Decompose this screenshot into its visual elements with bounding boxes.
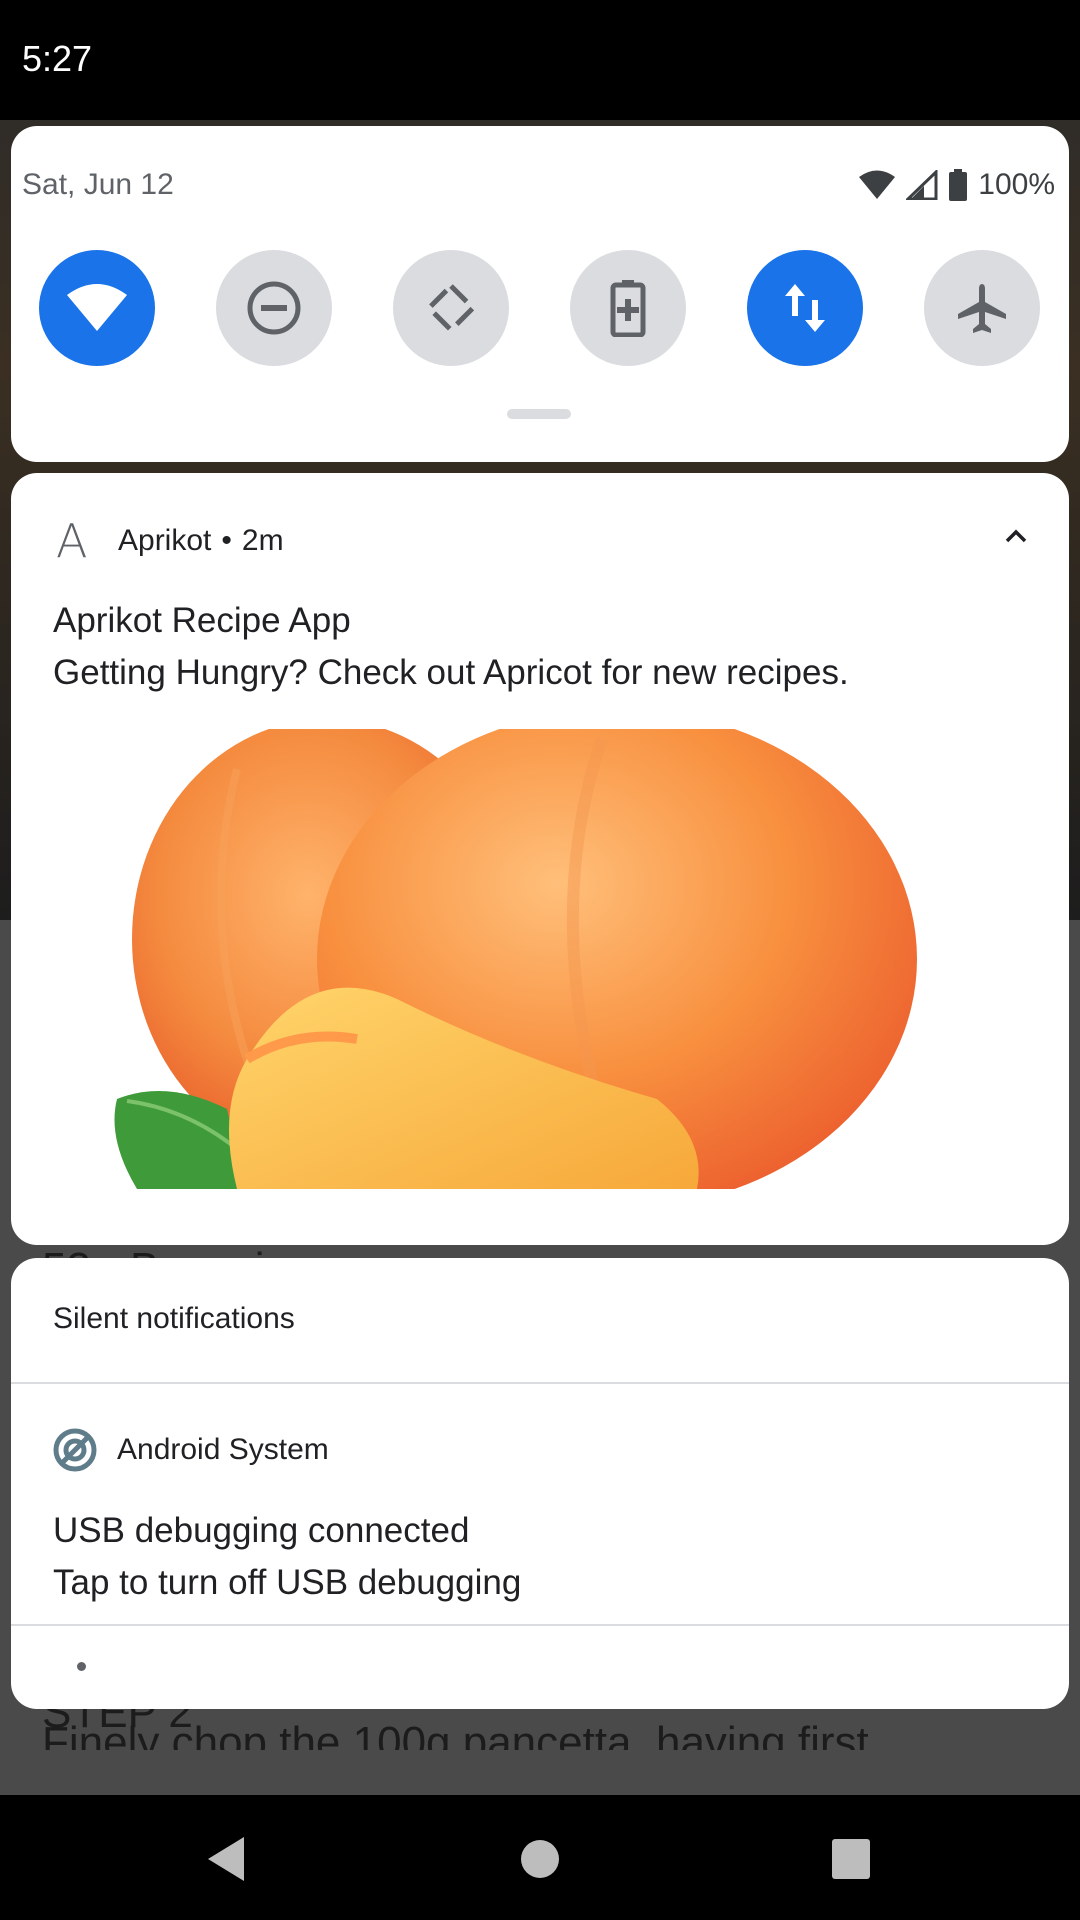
wifi-icon <box>67 284 127 331</box>
backdrop-text-line: Finely chop the 100g pancetta, having fi… <box>42 1718 869 1750</box>
notification-text: Getting Hungry? Check out Apricot for ne… <box>53 653 849 692</box>
quick-settings-tiles <box>39 250 1049 366</box>
notification-app-name: Aprikot <box>118 524 212 557</box>
usb-debugging-text[interactable]: Tap to turn off USB debugging <box>53 1563 521 1603</box>
qs-status-icons: 100% <box>858 168 1055 202</box>
section-divider <box>11 1624 1069 1626</box>
more-notifications-dot[interactable] <box>77 1662 86 1671</box>
android-system-icon <box>53 1428 97 1472</box>
notification-header: A Aprikot • 2m <box>56 514 284 568</box>
mobile-data-tile[interactable] <box>747 250 863 366</box>
apricot-image <box>97 729 917 1189</box>
navigation-bar <box>0 1795 1080 1920</box>
airplane-icon <box>958 284 1006 333</box>
silent-notifications-section: Silent notifications Android System USB … <box>11 1258 1069 1709</box>
silent-notifications-header: Silent notifications <box>53 1302 295 1335</box>
wifi-tile[interactable] <box>39 250 155 366</box>
status-clock: 5:27 <box>22 38 93 79</box>
status-bar: 5:27 <box>0 0 1080 120</box>
rotate-icon <box>425 282 477 334</box>
battery-plus-icon <box>610 280 646 337</box>
quick-settings-panel: Sat, Jun 12 100% <box>11 126 1069 462</box>
android-system-header[interactable]: Android System <box>53 1428 329 1472</box>
notification-separator: • <box>221 524 232 557</box>
notification-title: Aprikot Recipe App <box>53 601 351 640</box>
aprikot-notification[interactable]: A Aprikot • 2m Aprikot Recipe App Gettin… <box>11 473 1069 1245</box>
battery-percent: 100% <box>978 168 1055 201</box>
battery-icon <box>949 169 968 201</box>
aprikot-app-icon: A <box>56 514 88 568</box>
auto-rotate-tile[interactable] <box>393 250 509 366</box>
home-button[interactable] <box>520 1835 560 1883</box>
back-button[interactable] <box>204 1835 248 1883</box>
do-not-disturb-tile[interactable] <box>216 250 332 366</box>
airplane-mode-tile[interactable] <box>924 250 1040 366</box>
usb-debugging-title[interactable]: USB debugging connected <box>53 1511 469 1551</box>
chevron-up-icon[interactable] <box>1005 529 1027 543</box>
minus-circle-icon <box>247 281 301 335</box>
battery-saver-tile[interactable] <box>570 250 686 366</box>
notification-time: 2m <box>241 524 284 557</box>
wifi-signal-icon <box>859 170 896 199</box>
cell-signal-icon <box>906 170 938 200</box>
qs-expand-handle[interactable] <box>507 409 571 419</box>
android-system-app-name: Android System <box>117 1433 329 1466</box>
data-arrows-icon <box>785 284 825 332</box>
section-divider <box>11 1382 1069 1384</box>
qs-date[interactable]: Sat, Jun 12 <box>22 168 174 202</box>
recents-button[interactable] <box>830 1835 872 1883</box>
